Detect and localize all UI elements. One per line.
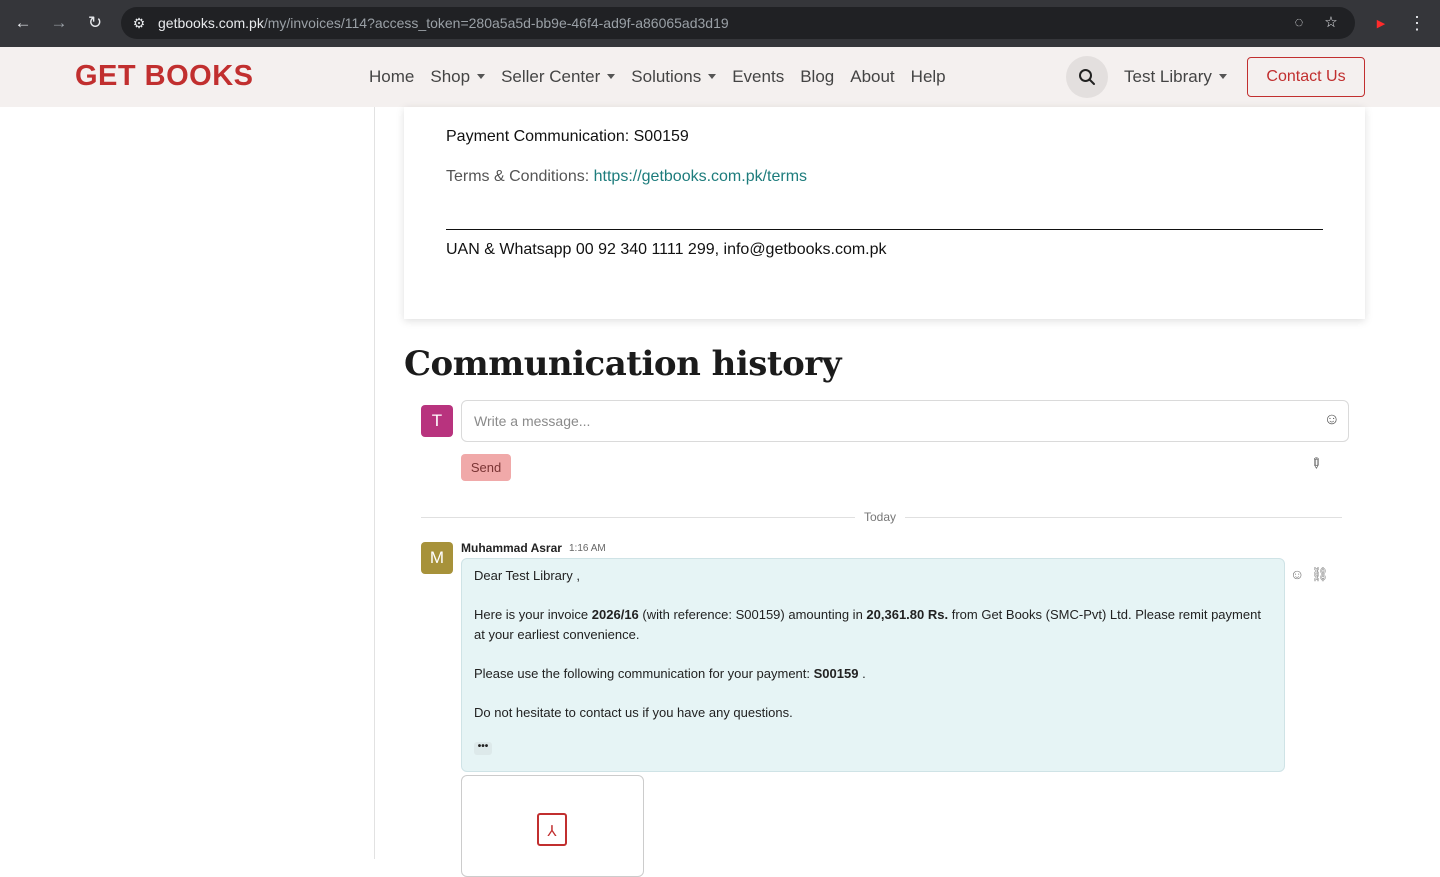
nav-about[interactable]: About	[850, 67, 894, 87]
text-span: .	[858, 666, 866, 681]
message-placeholder: Write a message...	[474, 413, 591, 429]
terms-link[interactable]: https://getbooks.com.pk/terms	[594, 168, 807, 185]
search-icon	[1079, 69, 1095, 85]
extension-icon[interactable]: ▶	[1372, 15, 1390, 33]
user-menu[interactable]: Test Library	[1124, 67, 1227, 87]
invoice-divider	[446, 229, 1323, 230]
search-button[interactable]	[1066, 56, 1108, 98]
terms-label: Terms & Conditions:	[446, 168, 590, 185]
browser-toolbar: ← → ↻ ⚙ getbooks.com.pk/my/invoices/114?…	[0, 0, 1440, 47]
bookmark-star-icon[interactable]: ☆	[1321, 13, 1341, 33]
text-span: Please use the following communication f…	[474, 666, 814, 681]
invoice-footer-contact: UAN & Whatsapp 00 92 340 1111 299, info@…	[446, 241, 887, 258]
browser-menu-icon[interactable]: ⋮	[1407, 11, 1427, 35]
message-time: 1:16 AM	[569, 543, 606, 554]
invoice-number: 2026/16	[591, 607, 639, 622]
message-paragraph: Here is your invoice 2026/16 (with refer…	[474, 605, 1264, 645]
invoice-card: Payment Communication: S00159 Terms & Co…	[404, 107, 1365, 319]
emoji-icon[interactable]: ☺	[1324, 411, 1340, 429]
communication-history-title: Communication history	[404, 344, 841, 384]
site-header: GET BOOKS Home Shop Seller Center Soluti…	[0, 47, 1440, 107]
nav-solutions[interactable]: Solutions	[631, 67, 716, 87]
payment-communication: Payment Communication: S00159	[446, 128, 689, 145]
message-bubble: Dear Test Library , Here is your invoice…	[461, 558, 1285, 772]
nav-blog[interactable]: Blog	[800, 67, 834, 87]
message-paragraph: Please use the following communication f…	[474, 664, 1264, 684]
sidebar-divider	[374, 107, 375, 859]
main-nav: Home Shop Seller Center Solutions Events…	[369, 67, 946, 87]
nav-events[interactable]: Events	[732, 67, 784, 87]
forward-icon[interactable]: →	[47, 11, 71, 35]
invoice-amount: 20,361.80 Rs.	[866, 607, 949, 622]
pdf-icon: ⅄	[537, 813, 567, 846]
nav-shop[interactable]: Shop	[430, 67, 485, 87]
text-span: (with reference: S00159) amounting in	[638, 607, 867, 622]
terms-conditions: Terms & Conditions: https://getbooks.com…	[446, 168, 807, 186]
message-author[interactable]: Muhammad Asrar	[461, 541, 562, 555]
nav-home[interactable]: Home	[369, 67, 414, 87]
author-avatar: M	[421, 542, 453, 574]
address-bar[interactable]: ⚙ getbooks.com.pk/my/invoices/114?access…	[121, 7, 1355, 39]
nav-help[interactable]: Help	[911, 67, 946, 87]
text-span: Here is your invoice	[474, 607, 592, 622]
url-host: getbooks.com.pk	[158, 15, 264, 31]
message-paragraph: Do not hesitate to contact us if you hav…	[474, 705, 793, 720]
site-settings-icon[interactable]: ⚙	[129, 13, 149, 33]
composer-avatar: T	[421, 405, 453, 437]
payment-code: S00159	[813, 666, 859, 681]
date-separator-label: Today	[855, 510, 906, 524]
message-input[interactable]: Write a message... ☺	[461, 400, 1349, 442]
url-path: /my/invoices/114?access_token=280a5a5d-b…	[263, 15, 729, 31]
contact-us-button[interactable]: Contact Us	[1247, 57, 1365, 97]
message-greeting: Dear Test Library ,	[474, 568, 580, 583]
send-button[interactable]: Send	[461, 454, 511, 481]
expand-more-button[interactable]: •••	[474, 742, 492, 755]
link-icon[interactable]: ⛓	[1311, 566, 1329, 583]
nav-seller-center[interactable]: Seller Center	[501, 67, 615, 87]
add-reaction-icon[interactable]: ☺	[1290, 566, 1304, 582]
brand-logo[interactable]: GET BOOKS	[75, 60, 254, 93]
reload-icon[interactable]: ↻	[83, 11, 107, 35]
paperclip-icon[interactable]: ✎	[1306, 453, 1326, 473]
back-icon[interactable]: ←	[11, 11, 35, 35]
pdf-attachment[interactable]: ⅄	[461, 775, 644, 877]
eye-off-icon[interactable]: ◌	[1289, 13, 1309, 33]
url-text[interactable]: getbooks.com.pk/my/invoices/114?access_t…	[158, 15, 729, 31]
